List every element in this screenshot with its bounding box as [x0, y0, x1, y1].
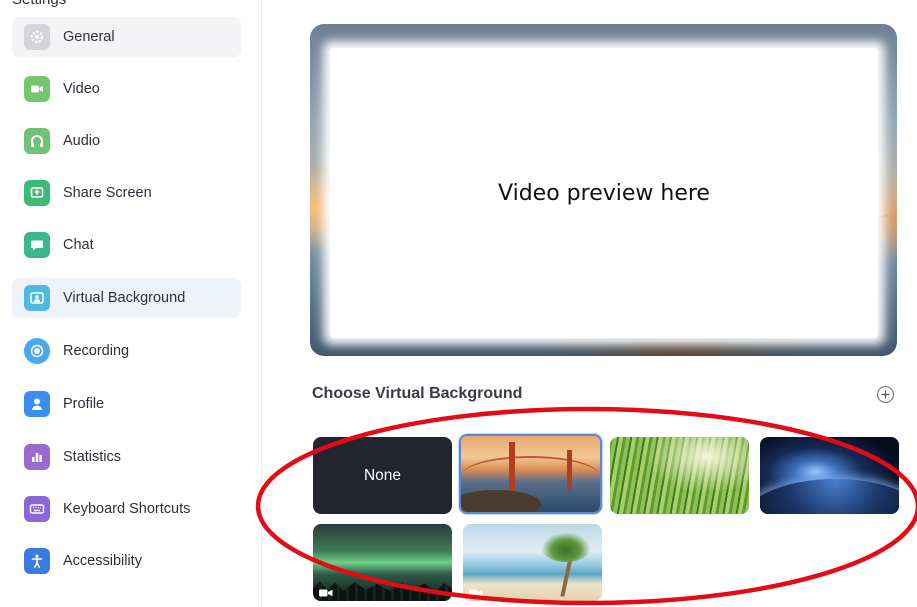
keyboard-icon	[24, 496, 50, 522]
bar-chart-icon	[24, 444, 50, 470]
sidebar-item-label: General	[63, 29, 115, 45]
sidebar-item-general[interactable]: General	[12, 17, 241, 57]
background-option-aurora[interactable]	[313, 524, 452, 601]
background-none-label: None	[363, 466, 402, 484]
video-camera-icon	[24, 76, 50, 102]
sidebar-item-virtual-background[interactable]: Virtual Background	[12, 278, 241, 318]
chat-bubble-icon	[24, 232, 50, 258]
background-option-earth[interactable]	[760, 437, 899, 514]
video-camera-icon	[469, 585, 483, 597]
sidebar-item-label: Audio	[63, 133, 101, 149]
sidebar-item-label: Video	[63, 81, 100, 97]
sidebar-item-label: Virtual Background	[63, 290, 186, 306]
choose-background-title: Choose Virtual Background	[312, 385, 523, 402]
sidebar-item-statistics[interactable]: Statistics	[12, 437, 241, 477]
gear-icon	[24, 24, 50, 50]
sidebar-item-label: Share Screen	[63, 185, 152, 201]
sidebar-item-label: Recording	[63, 343, 130, 359]
sidebar-item-label: Profile	[63, 396, 105, 412]
settings-sidebar: Settings General Video Audio Share Scree…	[0, 0, 262, 607]
sidebar-item-accessibility[interactable]: Accessibility	[12, 541, 241, 581]
video-preview-text: Video preview here	[498, 180, 710, 206]
sidebar-item-profile[interactable]: Profile	[12, 384, 241, 424]
sidebar-item-label: Accessibility	[63, 553, 142, 569]
add-background-button[interactable]	[877, 386, 894, 403]
sidebar-item-label: Keyboard Shortcuts	[63, 501, 191, 517]
background-option-golden-gate[interactable]	[459, 434, 602, 514]
accessibility-icon	[24, 548, 50, 574]
sidebar-item-label: Chat	[63, 237, 94, 253]
video-preview-placeholder: Video preview here	[330, 48, 878, 338]
virtual-background-icon	[24, 285, 50, 311]
sidebar-item-chat[interactable]: Chat	[12, 225, 241, 265]
record-icon	[24, 338, 50, 364]
sidebar-item-audio[interactable]: Audio	[12, 121, 241, 161]
background-option-beach[interactable]	[463, 524, 602, 601]
person-icon	[24, 391, 50, 417]
sidebar-item-keyboard-shortcuts[interactable]: Keyboard Shortcuts	[12, 489, 241, 529]
sidebar-item-video[interactable]: Video	[12, 69, 241, 109]
background-option-none[interactable]: None	[313, 437, 452, 514]
video-preview: Video preview here	[310, 24, 897, 356]
plus-icon	[881, 390, 890, 399]
sidebar-item-recording[interactable]: Recording	[12, 331, 241, 371]
sidebar-item-share-screen[interactable]: Share Screen	[12, 173, 241, 213]
sidebar-item-label: Statistics	[63, 449, 122, 465]
sidebar-clipped-title: Settings	[12, 0, 66, 8]
share-screen-icon	[24, 180, 50, 206]
background-option-grass[interactable]	[610, 437, 749, 514]
video-camera-icon	[319, 585, 333, 597]
headphones-icon	[24, 128, 50, 154]
